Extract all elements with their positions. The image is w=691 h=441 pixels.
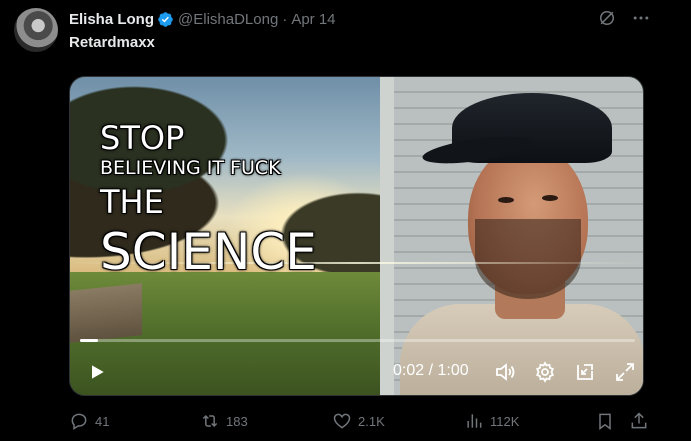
tweet-text: Retardmaxx xyxy=(69,34,155,51)
repost-count: 183 xyxy=(226,413,248,429)
tweet-header: Elisha Long @ElishaDLong · Apr 14 xyxy=(69,9,336,29)
video-overlay-line-1: STOP xyxy=(100,119,185,157)
tweet-date[interactable]: Apr 14 xyxy=(291,11,335,28)
more-icon[interactable] xyxy=(631,8,651,28)
pip-icon[interactable] xyxy=(573,360,597,384)
view-count: 112K xyxy=(490,413,520,429)
video-controls: 0:02 / 1:00 xyxy=(70,353,643,389)
video-overlay-line-4: SCIENCE xyxy=(100,223,317,281)
reply-icon xyxy=(71,413,87,430)
video-scrubber[interactable] xyxy=(80,339,635,342)
views-icon xyxy=(467,414,482,428)
repost-button[interactable]: 183 xyxy=(200,411,248,431)
share-icon xyxy=(631,412,647,429)
video-overlay-line-3: THE xyxy=(100,183,164,221)
bookmark-button[interactable] xyxy=(595,411,615,431)
reply-count: 41 xyxy=(95,413,110,429)
repost-icon xyxy=(202,414,218,428)
video-progress-fill xyxy=(80,339,99,342)
like-count: 2.1K xyxy=(358,413,385,429)
like-icon xyxy=(333,413,351,429)
settings-icon[interactable] xyxy=(533,360,557,384)
volume-icon[interactable] xyxy=(493,360,517,384)
tweet-actions: 41 183 2.1K 112K xyxy=(69,411,649,433)
bookmark-icon xyxy=(599,413,611,430)
verified-badge-icon xyxy=(158,11,173,27)
header-actions xyxy=(597,8,651,28)
like-button[interactable]: 2.1K xyxy=(332,411,385,431)
video-time: 0:02 / 1:00 xyxy=(393,362,469,379)
video-player[interactable]: STOP BELIEVING IT FUCK THE SCIENCE 0:02 … xyxy=(69,76,644,396)
share-button[interactable] xyxy=(629,411,649,431)
author-name[interactable]: Elisha Long xyxy=(69,11,154,28)
views-button[interactable]: 112K xyxy=(464,411,519,431)
grok-icon[interactable] xyxy=(597,8,617,28)
separator: · xyxy=(282,10,288,28)
video-overlay-line-2: BELIEVING IT FUCK xyxy=(100,157,281,179)
play-icon[interactable] xyxy=(87,362,107,382)
reply-button[interactable]: 41 xyxy=(69,411,109,431)
video-person xyxy=(400,89,643,395)
fullscreen-icon[interactable] xyxy=(613,360,637,384)
avatar[interactable] xyxy=(14,8,58,52)
tweet: Elisha Long @ElishaDLong · Apr 14 Retard… xyxy=(0,0,691,441)
author-handle[interactable]: @ElishaDLong xyxy=(178,11,278,28)
